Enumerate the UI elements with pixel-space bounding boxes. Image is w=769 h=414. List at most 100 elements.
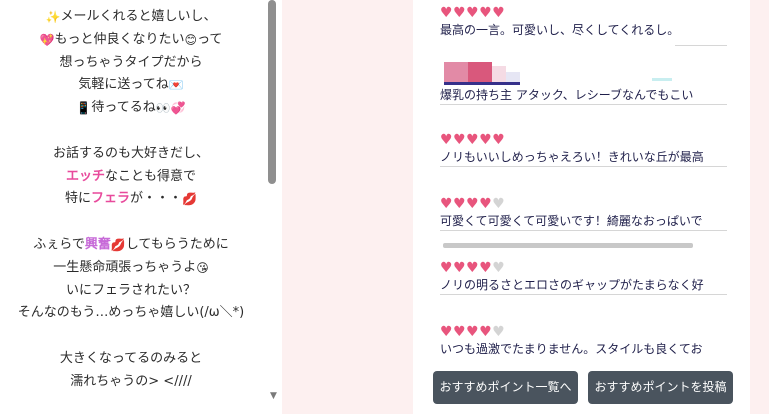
- heart-filled-icon: ♥: [492, 5, 506, 21]
- heart-filled-icon: ♥: [440, 260, 454, 276]
- heart-empty-icon: ♥: [492, 324, 506, 340]
- rating-hearts-icon: ♥♥♥♥♥: [440, 260, 727, 276]
- emoji-icon: 📱: [76, 101, 92, 116]
- review-comment[interactable]: 最高の一言。可愛いし、尽くしてくれるし。: [440, 21, 727, 40]
- message-text-run: ふぇらで: [33, 236, 85, 252]
- heart-filled-icon: ♥: [479, 196, 493, 212]
- heart-filled-icon: ♥: [453, 196, 467, 212]
- review-item: ♥♥♥♥♥ いつも過激でたまりません。スタイルも良くてお: [440, 324, 727, 359]
- emoji-icon: 💞: [170, 101, 186, 116]
- review-comment[interactable]: 爆乳の持ち主 アタック、レシーブなんでもこい: [440, 86, 727, 105]
- message-line: 大きくなってるのみると: [0, 348, 262, 371]
- message-text-run: メールくれると嬉しいし、: [60, 9, 217, 24]
- message-line: そんなのもう…めっちゃ嬉しい(/ω＼*): [0, 302, 262, 325]
- message-text-run: 濡れちゃうの> <////: [70, 373, 192, 389]
- heart-filled-icon: ♥: [466, 5, 480, 21]
- review-item: ♥♥♥♥♥ 最高の一言。可愛いし、尽くしてくれるし。: [440, 5, 727, 40]
- message-text-run: 気軽に送ってね: [78, 77, 169, 93]
- rating-hearts-icon: ♥♥♥♥♥: [440, 196, 727, 212]
- horizontal-scrollbar[interactable]: [443, 243, 693, 248]
- heart-filled-icon: ♥: [453, 132, 467, 148]
- heart-filled-icon: ♥: [440, 132, 454, 148]
- message-line: ふぇらで興奮💋してもらうために: [0, 234, 262, 257]
- highlighted-word: 興奮: [84, 236, 111, 252]
- profile-message-text: ✨メールくれると嬉しいし、 💖もっと仲良くなりたい😊って 想っちゃうタイプだから 気軽…: [0, 6, 262, 394]
- review-comment[interactable]: 可愛くて可愛くて可愛いです！綺麗なおっぱいで: [440, 212, 727, 231]
- message-line: 💖もっと仲良くなりたい😊って: [0, 29, 262, 52]
- message-text-run: 大きくなってるのみると: [59, 350, 203, 366]
- rating-hearts-icon: ♥♥♥♥♥: [440, 324, 727, 340]
- heart-empty-icon: ♥: [492, 260, 506, 276]
- message-text-run: お話するのも大好きだし、: [52, 145, 209, 161]
- heart-filled-icon: ♥: [479, 260, 493, 276]
- emoji-icon: 💌: [168, 78, 184, 93]
- message-text-run: 特に: [65, 191, 92, 207]
- message-line: 📱待ってるね👀💞: [0, 97, 262, 120]
- emoji-icon: 💋: [182, 192, 197, 207]
- emoji-icon: 😊: [184, 32, 198, 47]
- heart-filled-icon: ♥: [479, 5, 493, 21]
- message-text-run: って: [197, 31, 223, 47]
- heart-empty-icon: ♥: [492, 196, 506, 212]
- review-item: ♥♥♥♥♥ 可愛くて可愛くて可愛いです！綺麗なおっぱいで: [440, 196, 727, 231]
- message-line: 一生懸命頑張っちゃうよ😘: [0, 257, 262, 280]
- heart-filled-icon: ♥: [492, 132, 506, 148]
- review-item: 爆乳の持ち主 アタック、レシーブなんでもこい: [440, 86, 727, 105]
- message-line: 想っちゃうタイプだから: [0, 52, 262, 75]
- emoji-icon: ✨: [45, 10, 61, 24]
- message-text-run: もっと仲良くなりたい: [54, 31, 185, 47]
- heart-filled-icon: ♥: [440, 5, 454, 21]
- rating-hearts-icon: ♥♥♥♥♥: [440, 132, 727, 148]
- message-scrollbar[interactable]: ▼: [265, 0, 282, 414]
- message-text-run: してもらうために: [125, 236, 229, 252]
- review-comment[interactable]: ノリもいいしめっちゃえろい！きれいな丘が最高: [440, 148, 727, 167]
- heart-filled-icon: ♥: [466, 196, 480, 212]
- heart-filled-icon: ♥: [440, 196, 454, 212]
- message-text-run: そんなのもう…めっちゃ嬉しい(/ω＼*): [17, 305, 245, 321]
- message-text-run: 一生懸命頑張っちゃうよ: [53, 259, 197, 275]
- message-line: 気軽に送ってね💌: [0, 74, 262, 97]
- heart-filled-icon: ♥: [466, 324, 480, 340]
- heart-filled-icon: ♥: [453, 324, 467, 340]
- review-item: ♥♥♥♥♥ ノリの明るさとエロさのギャップがたまらなく好: [440, 260, 727, 295]
- heart-filled-icon: ♥: [453, 5, 467, 21]
- rating-hearts-icon: ♥♥♥♥♥: [440, 5, 727, 21]
- review-card: ♥♥♥♥♥ 最高の一言。可愛いし、尽くしてくれるし。 爆乳の持ち主 アタック、レ…: [413, 0, 750, 414]
- message-line: 特にフェラが・・・💋: [0, 188, 262, 211]
- message-line: ✨メールくれると嬉しいし、: [0, 6, 262, 29]
- message-text-run: いにフェラされたい？: [65, 282, 196, 298]
- review-image-thumbnail[interactable]: [444, 62, 684, 86]
- message-line: エッチなことも得意で: [0, 166, 262, 189]
- emoji-icon: 👀: [155, 101, 171, 116]
- message-text-run: なことも得意で: [105, 168, 197, 184]
- review-item: ♥♥♥♥♥ ノリもいいしめっちゃえろい！きれいな丘が最高: [440, 132, 727, 167]
- highlighted-word: フェラ: [91, 191, 131, 207]
- emoji-icon: 😘: [196, 260, 209, 275]
- message-line: 濡れちゃうの> <////: [0, 371, 262, 394]
- message-text-run: 待ってるね: [91, 100, 156, 116]
- message-scrollbar-thumb[interactable]: [268, 0, 276, 184]
- review-comment[interactable]: ノリの明るさとエロさのギャップがたまらなく好: [440, 276, 727, 295]
- emoji-icon: 💋: [110, 237, 126, 252]
- heart-filled-icon: ♥: [479, 132, 493, 148]
- message-line: お話するのも大好きだし、: [0, 143, 262, 166]
- profile-message-panel: ✨メールくれると嬉しいし、 💖もっと仲良くなりたい😊って 想っちゃうタイプだから 気軽…: [0, 0, 282, 414]
- recommend-post-button[interactable]: おすすめポイントを投稿: [588, 371, 733, 404]
- recommend-list-button[interactable]: おすすめポイント一覧へ: [433, 371, 578, 404]
- heart-filled-icon: ♥: [440, 324, 454, 340]
- highlighted-word: エッチ: [65, 168, 105, 184]
- emoji-icon: 💖: [39, 32, 55, 47]
- divider: [675, 45, 727, 46]
- heart-filled-icon: ♥: [466, 260, 480, 276]
- heart-filled-icon: ♥: [453, 260, 467, 276]
- message-text-run: 想っちゃうタイプだから: [59, 54, 203, 70]
- heart-filled-icon: ♥: [466, 132, 480, 148]
- scroll-down-arrow-icon[interactable]: ▼: [265, 389, 282, 403]
- heart-filled-icon: ♥: [479, 324, 493, 340]
- review-comment[interactable]: いつも過激でたまりません。スタイルも良くてお: [440, 340, 727, 359]
- message-line: いにフェラされたい？: [0, 280, 262, 303]
- message-text-run: が・・・: [130, 191, 183, 207]
